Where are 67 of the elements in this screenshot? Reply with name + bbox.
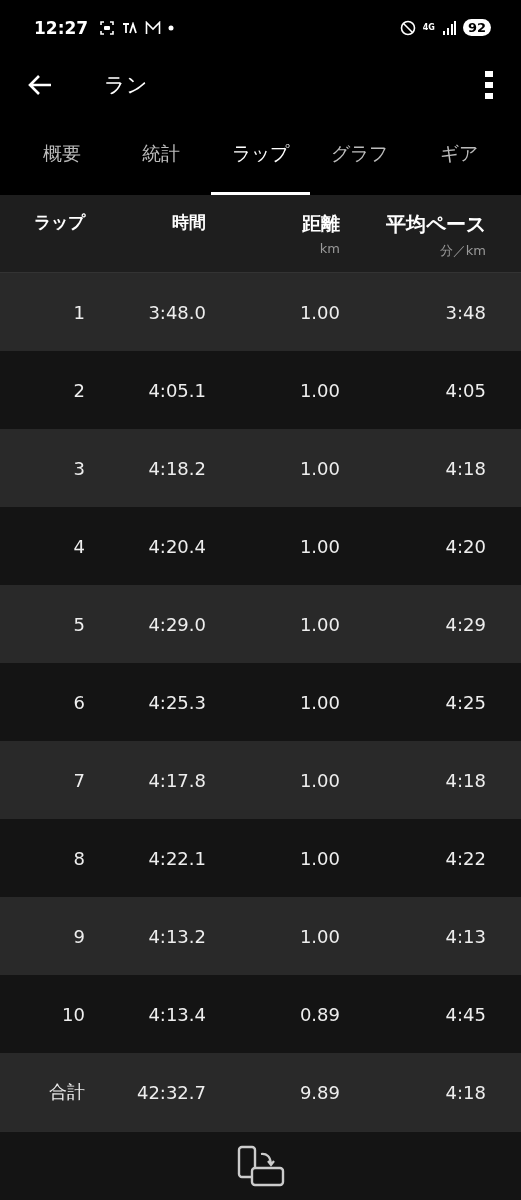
- table-cell-text: 5: [72, 613, 85, 635]
- table-cell-text: 4:22.1: [147, 847, 206, 869]
- table-cell-text: 1.00: [298, 769, 340, 791]
- battery-level: 92: [462, 19, 491, 36]
- column-unit: 分／km: [439, 242, 486, 260]
- column-unit: km: [319, 241, 340, 256]
- table-cell-text: 10: [61, 1003, 85, 1025]
- table-cell-text: 3:48: [444, 301, 486, 323]
- table-cell-text: 3:48.0: [147, 301, 206, 323]
- screenshot-icon: [99, 19, 116, 36]
- table-cell-text: 4:13.2: [147, 925, 206, 947]
- tab[interactable]: ギア: [409, 115, 510, 195]
- table-cell-text: 4:13: [444, 925, 486, 947]
- table-cell-text: 1.00: [298, 535, 340, 557]
- column-header: ラップ: [34, 211, 85, 234]
- table-cell-text: 8: [72, 847, 85, 869]
- table-cell-text: 2: [72, 379, 85, 401]
- column-header: 距離: [302, 211, 340, 236]
- table-cell-text: 1.00: [298, 613, 340, 635]
- back-icon[interactable]: [28, 74, 52, 96]
- table-cell-text: 1: [72, 301, 85, 323]
- table-cell-text: 9.89: [298, 1081, 340, 1103]
- table-cell-text: 4:18: [444, 1081, 486, 1103]
- table-cell-text: 4:17.8: [147, 769, 206, 791]
- tab[interactable]: グラフ: [310, 115, 410, 195]
- tab[interactable]: 概要: [12, 115, 112, 195]
- table-cell-text: 4: [72, 535, 85, 557]
- table-cell-text: 4:18: [444, 457, 486, 479]
- table-cell-text: 42:32.7: [135, 1081, 206, 1103]
- table-cell-text: 4:25: [444, 691, 486, 713]
- tab[interactable]: 統計: [111, 115, 211, 195]
- table-cell-text: 4:20: [444, 535, 486, 557]
- table-cell-text: 4:29.0: [147, 613, 206, 635]
- table-cell-text: 4:25.3: [147, 691, 206, 713]
- column-header: 時間: [172, 211, 206, 234]
- table-cell-text: 4:13.4: [147, 1003, 206, 1025]
- table-cell-text: 合計: [48, 1080, 85, 1104]
- table-cell-text: 4:05: [444, 379, 486, 401]
- table-cell-text: 1.00: [298, 457, 340, 479]
- more-options-icon[interactable]: [485, 71, 493, 99]
- network-type: 4G: [422, 23, 435, 32]
- column-header: 平均ペース: [386, 211, 486, 238]
- table-cell-text: 6: [72, 691, 85, 713]
- table-cell-text: 1.00: [298, 301, 340, 323]
- table-cell-text: 7: [72, 769, 85, 791]
- app-notification-icon: [122, 21, 139, 34]
- table-cell-text: 4:18: [444, 769, 486, 791]
- mail-icon: [145, 20, 162, 35]
- table-cell-text: 4:18.2: [147, 457, 206, 479]
- table-cell-text: 4:29: [444, 613, 486, 635]
- dot-icon: [168, 24, 175, 31]
- table-cell-text: 4:20.4: [147, 535, 206, 557]
- table-cell-text: 4:05.1: [147, 379, 206, 401]
- screen-title: ラン: [104, 72, 148, 99]
- table-cell-text: 1.00: [298, 691, 340, 713]
- table-cell-text: 1.00: [298, 925, 340, 947]
- table-cell-text: 4:22: [444, 847, 486, 869]
- status-time: 12:27: [34, 17, 89, 38]
- table-cell-text: 1.00: [298, 847, 340, 869]
- table-cell-text: 1.00: [298, 379, 340, 401]
- table-cell-text: 4:45: [444, 1003, 486, 1025]
- table-cell-text: 3: [72, 457, 85, 479]
- rotate-screen-icon[interactable]: [236, 1145, 285, 1187]
- do-not-disturb-icon: [399, 19, 416, 36]
- table-cell-text: 9: [72, 925, 85, 947]
- signal-icon: [441, 20, 456, 35]
- table-cell-text: 0.89: [298, 1003, 340, 1025]
